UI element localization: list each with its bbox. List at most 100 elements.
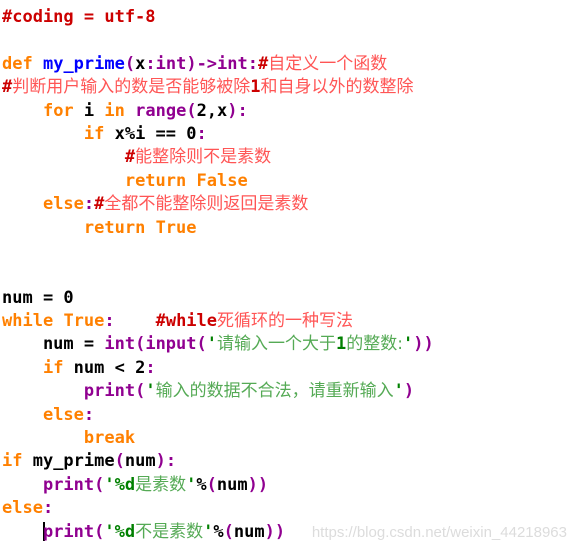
- string-token: 的整数:: [346, 334, 403, 355]
- code-line: print('%d是素数'%(num)): [2, 474, 569, 497]
- assignment-token: num =: [2, 334, 105, 355]
- punctuation-token: :: [145, 53, 156, 74]
- keyword-token: if: [2, 451, 23, 472]
- keyword-token: in: [104, 100, 125, 121]
- code-line: #能整除则不是素数: [2, 146, 569, 169]
- comment-hash-token: #: [258, 53, 269, 74]
- code-line: num = int(input('请输入一个大于1的整数:')): [2, 333, 569, 356]
- punctuation-token: ):: [227, 100, 248, 121]
- function-call-token: my_prime: [22, 451, 115, 472]
- comment-hash-token: #: [94, 194, 105, 215]
- punctuation-token: )): [413, 334, 434, 355]
- code-editor[interactable]: #coding = utf-8 def my_prime(x:int)->int…: [0, 0, 569, 546]
- keyword-token: if: [42, 357, 64, 378]
- code-line: break: [2, 427, 569, 450]
- punctuation-token: (: [223, 521, 234, 542]
- punctuation-token: :: [247, 53, 259, 74]
- punctuation-token: (: [94, 521, 105, 542]
- keyword-token: def: [2, 53, 33, 74]
- string-quote-token: ': [203, 521, 214, 542]
- argument-token: num: [124, 451, 156, 472]
- string-quote-token: ': [145, 381, 156, 402]
- punctuation-token: :: [83, 194, 95, 215]
- punctuation-token: :: [104, 311, 115, 332]
- punctuation-token: (: [94, 474, 105, 495]
- comment-number-token: 1: [250, 77, 261, 98]
- operator-token: %: [196, 474, 207, 495]
- comment-token: 判断用户输入的数是否能够被除: [12, 77, 251, 98]
- param-token: x: [135, 53, 146, 74]
- punctuation-token: (: [206, 474, 217, 495]
- string-token: 不是素数: [135, 521, 204, 542]
- indent-token: [2, 218, 84, 238]
- identifier-token: i: [73, 100, 105, 121]
- keyword-token: return: [83, 217, 146, 238]
- function-name-token: my_prime: [42, 53, 125, 74]
- argument-token: num: [233, 521, 265, 542]
- keyword-token: True: [155, 217, 197, 238]
- punctuation-token: ):: [155, 451, 177, 472]
- punctuation-token: (: [135, 381, 146, 402]
- indent-token: [2, 171, 125, 191]
- comment-token: 全都不能整除则返回是素数: [104, 194, 309, 215]
- string-quote-token: ': [403, 334, 414, 355]
- code-line: while True: #while死循环的一种写法: [2, 310, 569, 333]
- keyword-token: return: [124, 170, 187, 191]
- keyword-token: break: [83, 428, 136, 449]
- keyword-token: else: [42, 194, 84, 215]
- keyword-token: else: [2, 498, 43, 519]
- keyword-token: for: [42, 100, 74, 121]
- assignment-token: num = 0: [2, 287, 74, 308]
- keyword-token: True: [63, 311, 105, 332]
- indent-token: [2, 101, 43, 121]
- code-line: if my_prime(num):: [2, 450, 569, 473]
- string-format-token: '%d: [104, 521, 136, 542]
- builtin-token: input: [145, 334, 197, 355]
- punctuation-token: )): [264, 521, 286, 542]
- code-line: else:#全都不能整除则返回是素数: [2, 193, 569, 216]
- args-token: 2,x: [196, 100, 228, 121]
- punctuation-token: )->: [186, 53, 218, 74]
- punctuation-token: )): [247, 474, 269, 495]
- string-token: 输入的数据不合法，请重新输入: [155, 381, 394, 402]
- punctuation-token: :: [145, 357, 156, 378]
- comment-hash-token: #: [124, 147, 136, 168]
- argument-token: num: [216, 474, 248, 495]
- builtin-token: print: [42, 521, 95, 542]
- punctuation-token: :: [196, 123, 207, 144]
- expression-token: num < 2: [63, 357, 146, 378]
- builtin-token: range: [135, 100, 187, 121]
- builtin-token: print: [42, 474, 95, 495]
- indent-token: [2, 405, 43, 425]
- builtin-token: print: [83, 381, 136, 402]
- code-line: for i in range(2,x):: [2, 100, 569, 123]
- code-line: if num < 2:: [2, 357, 569, 380]
- builtin-token: int: [155, 53, 187, 74]
- comment-token: 死循环的一种写法: [217, 311, 354, 332]
- punctuation-token: (: [135, 334, 146, 355]
- code-line: return False: [2, 170, 569, 193]
- indent-token: [2, 194, 43, 214]
- comment-token: 自定义一个函数: [268, 53, 388, 74]
- keyword-token: while: [2, 311, 54, 332]
- builtin-token: int: [104, 334, 136, 355]
- punctuation-token: :: [83, 404, 95, 425]
- code-line: print('输入的数据不合法，请重新输入'): [2, 380, 569, 403]
- code-line: num = 0: [2, 287, 569, 310]
- code-line: else:: [2, 497, 569, 520]
- string-token: 是素数: [135, 474, 187, 495]
- string-quote-token: ': [206, 334, 218, 355]
- string-quote-token: ': [186, 474, 197, 495]
- indent-token: [2, 124, 84, 144]
- code-line: #判断用户输入的数是否能够被除1和自身以外的数整除: [2, 76, 569, 99]
- comment-token: 和自身以外的数整除: [260, 77, 414, 98]
- operator-token: %: [213, 521, 224, 542]
